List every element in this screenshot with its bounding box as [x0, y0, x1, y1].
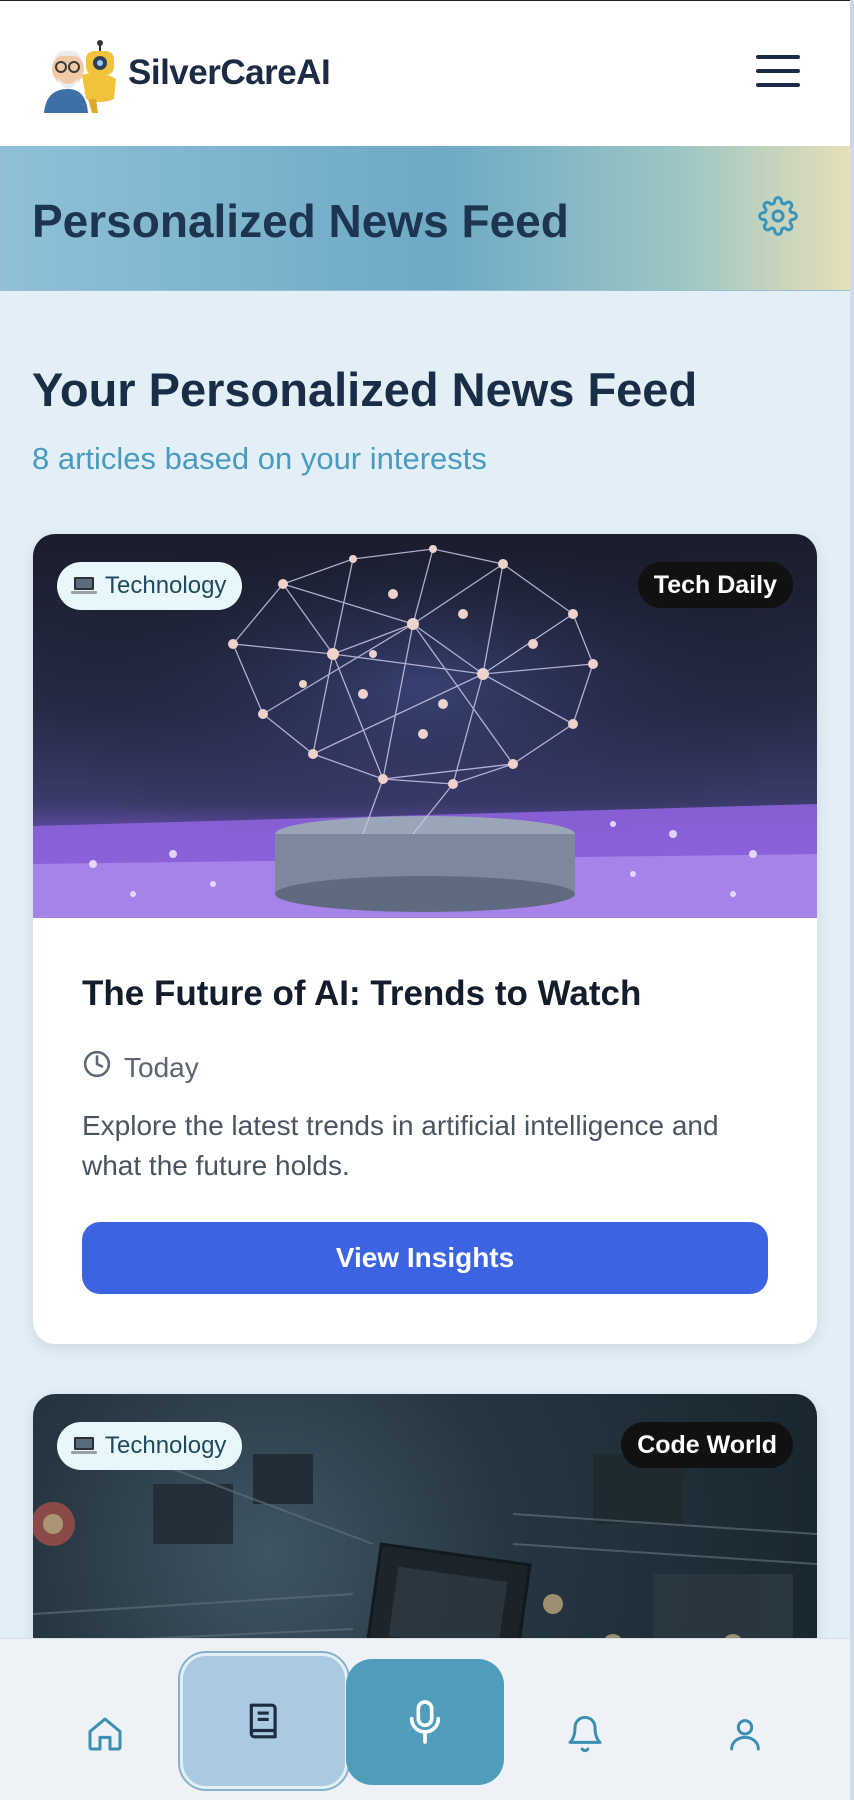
feed-subheading: 8 articles based on your interests: [32, 441, 487, 476]
page-title: Personalized News Feed: [32, 195, 569, 247]
hamburger-icon[interactable]: [756, 55, 800, 91]
laptop-icon: [71, 1435, 97, 1457]
logo-icon[interactable]: [42, 39, 120, 113]
app-header: SilverCareAI: [0, 0, 850, 146]
bottom-nav: [0, 1638, 850, 1800]
article-title[interactable]: The Future of AI: Trends to Watch: [82, 974, 641, 1014]
article-description: Explore the latest trends in artificial …: [82, 1110, 719, 1181]
bell-icon[interactable]: [550, 1699, 620, 1769]
source-badge: Code World: [621, 1422, 793, 1468]
date-label: Today: [124, 1051, 199, 1083]
feed-heading: Your Personalized News Feed: [32, 363, 698, 416]
category-label: Technology: [105, 1432, 227, 1459]
gear-icon[interactable]: [758, 196, 798, 236]
article-image: Technology Tech Daily: [33, 534, 817, 918]
brand-name[interactable]: SilverCareAI: [128, 53, 331, 93]
source-badge: Tech Daily: [637, 562, 793, 608]
home-icon[interactable]: [70, 1699, 140, 1769]
laptop-icon: [71, 575, 97, 597]
microphone-icon[interactable]: [346, 1659, 504, 1785]
clock-icon: [82, 1049, 112, 1086]
book-icon[interactable]: [180, 1653, 348, 1789]
page-banner: Personalized News Feed: [0, 146, 850, 291]
category-badge: Technology: [57, 562, 243, 610]
category-label: Technology: [105, 572, 227, 599]
window-edge: [850, 0, 854, 1800]
view-insights-button[interactable]: View Insights: [82, 1222, 768, 1294]
category-badge: Technology: [57, 1422, 243, 1470]
article-date: Today: [82, 1049, 199, 1086]
page: SilverCareAI Personalized News Feed Your…: [0, 0, 854, 1800]
article-card[interactable]: Technology Tech Daily The Future of AI: …: [33, 534, 817, 1344]
user-icon[interactable]: [710, 1699, 780, 1769]
